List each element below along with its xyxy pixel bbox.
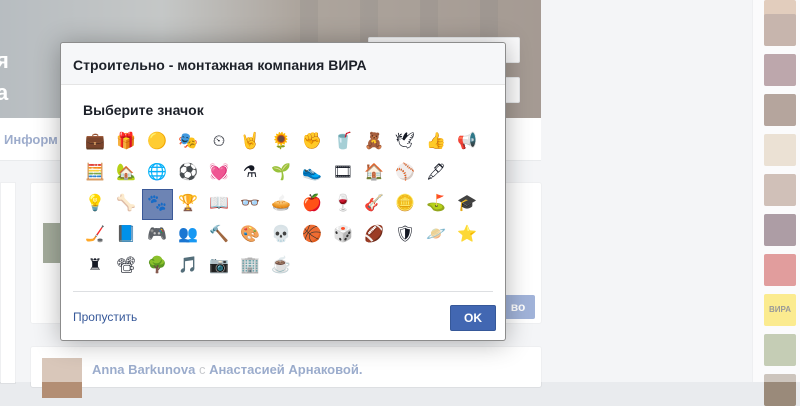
skull-icon[interactable]: 💀 [269,223,293,247]
sunflower-icon[interactable]: 🌻 [269,130,293,154]
pie-chart-icon[interactable]: 🥧 [269,192,293,216]
quill-icon[interactable]: 🖋 [424,161,448,185]
dialog-divider [73,291,493,292]
graduation-cap-icon[interactable]: 🎓 [455,192,479,216]
guitar-icon[interactable]: 🎸 [362,192,386,216]
gold-coin-icon[interactable]: 🪙 [393,192,417,216]
dove-icon[interactable]: 🕊 [393,130,417,154]
wine-glass-icon[interactable]: 🍷 [331,192,355,216]
paw-icon[interactable]: 🐾 [145,192,169,216]
mug-icon[interactable]: ☕ [269,254,293,278]
bone-icon[interactable]: 🦴 [114,192,138,216]
soccer-ball-icon[interactable]: ⚽ [176,161,200,185]
golf-icon[interactable]: ⛳ [424,192,448,216]
red-cup-icon[interactable]: 🥤 [331,130,355,154]
video-icon[interactable]: 📽 [114,254,138,278]
star-badge-icon[interactable]: ⭐ [455,223,479,247]
tree-icon[interactable]: 🌳 [145,254,169,278]
apple-icon[interactable]: 🍎 [300,192,324,216]
gift-icon[interactable]: 🎁 [114,130,138,154]
theater-masks-icon[interactable]: 🎭 [176,130,200,154]
rock-hand-icon[interactable]: 🤘 [238,130,262,154]
dice-icon[interactable]: 🎲 [331,223,355,247]
hockey-puck-icon[interactable]: 🏒 [83,223,107,247]
coin-icon[interactable]: 🟡 [145,130,169,154]
book-icon[interactable]: 📖 [207,192,231,216]
music-notes-icon[interactable]: 🎵 [176,254,200,278]
calculator-icon[interactable]: 🧮 [83,161,107,185]
building-icon[interactable]: 🏢 [238,254,262,278]
sneaker-icon[interactable]: 👟 [300,161,324,185]
clock-icon[interactable]: ⏲ [207,130,231,154]
plant-icon[interactable]: 🌱 [269,161,293,185]
choose-icon-dialog: Строительно - монтажная компания ВИРА Вы… [60,42,506,341]
gamepad-icon[interactable]: 🎮 [145,223,169,247]
basketball-icon[interactable]: 🏀 [300,223,324,247]
baseball-icon[interactable]: ⚾ [393,161,417,185]
ok-button[interactable]: OK [450,305,496,331]
home-icon[interactable]: 🏠 [362,161,386,185]
heartbeat-icon[interactable]: 💓 [207,161,231,185]
football-icon[interactable]: 🏈 [362,223,386,247]
camera-icon[interactable]: 📷 [207,254,231,278]
dialog-subtitle: Выберите значок [83,102,204,118]
film-icon[interactable]: 🎞 [331,161,355,185]
skip-link[interactable]: Пропустить [73,310,137,324]
dialog-header: Строительно - монтажная компания ВИРА [61,43,505,85]
thumbs-up-icon[interactable]: 👍 [424,130,448,154]
dialog-title: Строительно - монтажная компания ВИРА [73,57,367,73]
teddy-bear-icon[interactable]: 🧸 [362,130,386,154]
palette-icon[interactable]: 🎨 [238,223,262,247]
trophy-icon[interactable]: 🏆 [176,192,200,216]
chess-rook-icon[interactable]: ♜ [83,254,107,278]
fist-icon[interactable]: ✊ [300,130,324,154]
notepad-icon[interactable]: 📘 [114,223,138,247]
megaphone-icon[interactable]: 📢 [455,130,479,154]
shield-icon[interactable]: 🛡 [393,223,417,247]
glasses-icon[interactable]: 👓 [238,192,262,216]
gavel-icon[interactable]: 🔨 [207,223,231,247]
briefcase-icon[interactable]: 💼 [83,130,107,154]
planet-icon[interactable]: 🪐 [424,223,448,247]
globe-icon[interactable]: 🌐 [145,161,169,185]
lightbulb-icon[interactable]: 💡 [83,192,107,216]
house-icon[interactable]: 🏡 [114,161,138,185]
flask-icon[interactable]: ⚗ [238,161,262,185]
contacts-icon[interactable]: 👥 [176,223,200,247]
